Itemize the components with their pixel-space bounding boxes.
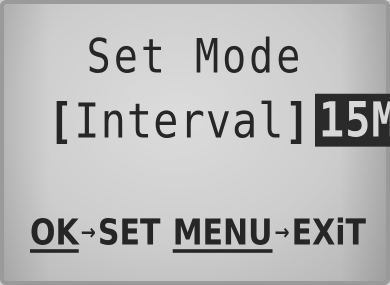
arrow-right-icon: → [274, 220, 290, 246]
interval-value-selected[interactable]: 15M [314, 93, 390, 147]
arrow-right-icon: → [80, 220, 96, 246]
set-action-label: SET [97, 212, 161, 254]
bracket-close: ] [284, 92, 311, 149]
button-hints: OK → SET MENU → EXiT [30, 212, 366, 254]
ok-set-hint: OK → SET [30, 212, 160, 254]
screen-title: Set Mode [86, 30, 304, 85]
mode-name: Interval [74, 92, 285, 149]
lcd-screen: Set Mode [ Interval ] 15M OK → SET MENU … [0, 0, 390, 285]
bracket-open: [ [48, 92, 75, 149]
mode-setting-row: [ Interval ] 15M [48, 88, 390, 152]
menu-exit-hint: MENU → EXiT [173, 212, 366, 254]
exit-action-label: EXiT [291, 212, 366, 254]
ok-key-label: OK [30, 212, 79, 254]
menu-key-label: MENU [172, 212, 273, 254]
